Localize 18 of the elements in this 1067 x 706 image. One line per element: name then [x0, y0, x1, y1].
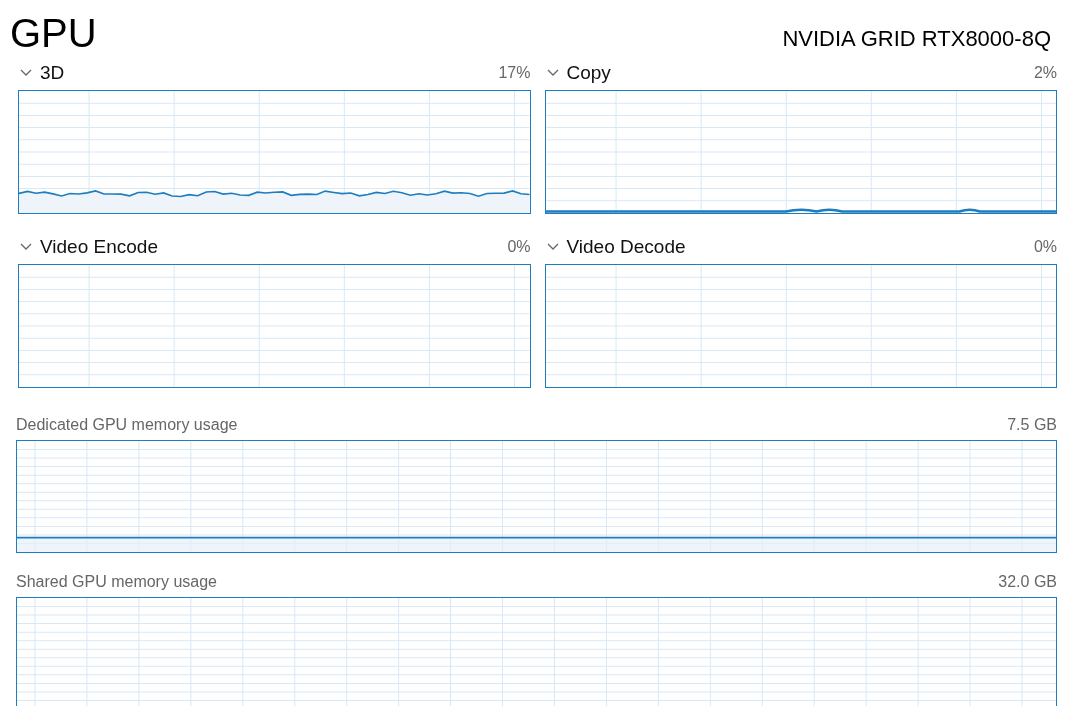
engine-dropdown[interactable]: Copy [544, 62, 611, 84]
memory-value: 7.5 GB [1007, 416, 1057, 434]
page-title: GPU [10, 10, 97, 56]
memory-label: Dedicated GPU memory usage [16, 416, 238, 434]
engine-dropdown[interactable]: Video Encode [18, 236, 158, 258]
engine-dropdown[interactable]: Video Decode [544, 236, 686, 258]
usage-percent: 0% [507, 238, 531, 256]
usage-percent: 17% [498, 64, 531, 82]
memory-value: 32.0 GB [998, 573, 1057, 591]
usage-percent: 0% [1033, 238, 1057, 256]
chevron-icon [546, 69, 559, 77]
adapter-name: NVIDIA GRID RTX8000-8Q [782, 26, 1051, 52]
chevron-icon [20, 69, 32, 77]
memory-label: Shared GPU memory usage [16, 573, 217, 591]
chevron-icon [20, 243, 32, 251]
usage-percent: 2% [1033, 64, 1057, 82]
engine-dropdown[interactable]: 3D [18, 62, 65, 84]
chevron-icon [546, 243, 559, 251]
